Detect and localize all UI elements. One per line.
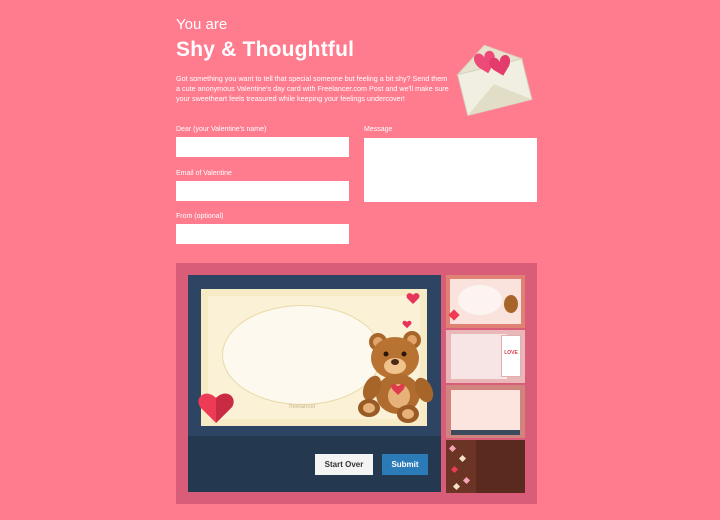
card-thumbnail-1[interactable]: [446, 275, 525, 328]
dear-label: Dear (your Valentine's name): [176, 126, 267, 133]
envelope-icon: [456, 44, 533, 116]
card-thumbnail-2[interactable]: LOVE: [446, 330, 525, 383]
message-label: Message: [364, 126, 393, 133]
start-over-button[interactable]: Start Over: [315, 454, 373, 475]
submit-button[interactable]: Submit: [382, 454, 428, 475]
email-field[interactable]: [176, 181, 349, 201]
subtitle: You are: [176, 16, 228, 33]
from-label: From (optional): [176, 213, 224, 220]
teddy-bear-icon: [358, 331, 434, 423]
heart-icon: [406, 293, 420, 304]
freelancer-watermark: freelancer: [289, 404, 316, 410]
intro-text: Got something you want to tell that spec…: [176, 74, 449, 103]
heart-icon: [198, 393, 234, 423]
message-field[interactable]: [364, 138, 537, 202]
love-tag: LOVE: [504, 350, 518, 356]
heart-icon: [402, 320, 412, 329]
email-label: Email of Valentine: [176, 170, 232, 177]
from-field[interactable]: [176, 224, 349, 244]
card-thumbnail-3[interactable]: [446, 385, 525, 438]
page-title: Shy & Thoughtful: [176, 38, 355, 61]
dear-field[interactable]: [176, 137, 349, 157]
card-thumbnail-4[interactable]: [446, 440, 525, 493]
